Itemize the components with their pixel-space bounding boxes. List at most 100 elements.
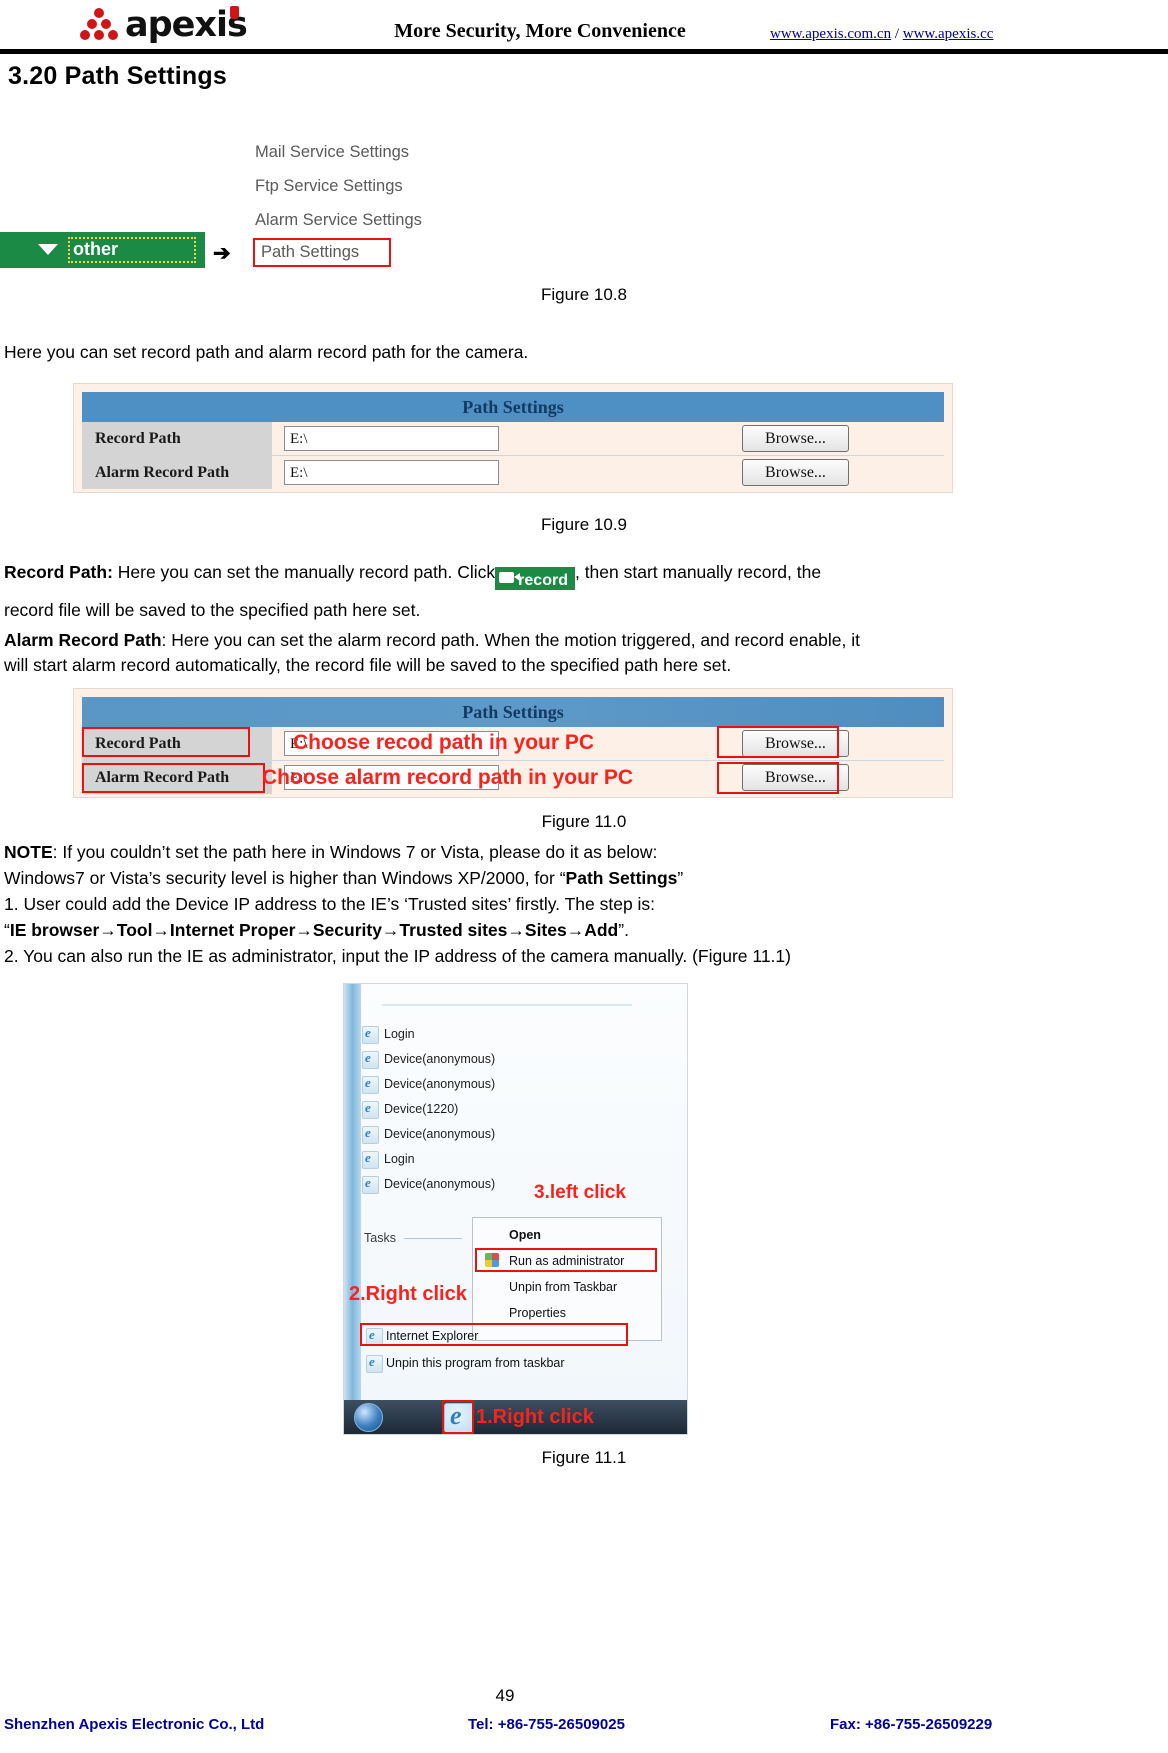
ie-icon	[362, 1100, 379, 1119]
record-path-input[interactable]: E:\	[284, 426, 499, 451]
intro-paragraph: Here you can set record path and alarm r…	[4, 342, 529, 362]
caption-figure-10-8: Figure 10.8	[541, 285, 627, 304]
menu-item-path-settings[interactable]: Path Settings	[253, 238, 391, 267]
row-label-record-path: Record Path	[82, 422, 272, 455]
note-label: NOTE	[4, 842, 53, 862]
record-button-label: record	[518, 572, 568, 589]
page-number: 49	[495, 1686, 515, 1705]
footer-tel: Tel: +86-755-26509025	[468, 1716, 625, 1733]
note-line-2: Windows7 or Vista’s security level is hi…	[4, 866, 683, 891]
record-path-heading: Record Path:	[4, 562, 113, 582]
menu-item-alarm-service[interactable]: Alarm Service Settings	[255, 203, 505, 237]
menu-item-mail-service[interactable]: Mail Service Settings	[255, 135, 505, 169]
path-settings-table-title: Path Settings	[82, 392, 944, 422]
caption-figure-11-1: Figure 11.1	[541, 1448, 627, 1467]
alarm-record-path-paragraph-line2: will start alarm record automatically, t…	[4, 655, 732, 675]
annotation-box-alarm-record-path	[82, 763, 265, 793]
caption-figure-11-0: Figure 11.0	[541, 812, 627, 831]
other-dropdown-label: other	[68, 237, 196, 263]
jumplist-divider	[382, 1004, 632, 1006]
apexis-logo: apexis	[75, 2, 275, 50]
logo-i-dot-icon	[230, 6, 239, 19]
menu-item-ftp-service[interactable]: Ftp Service Settings	[255, 169, 505, 203]
chevron-down-icon	[38, 244, 58, 255]
alarm-record-path-heading: Alarm Record Path	[4, 630, 162, 650]
annotation-box-internet-explorer	[360, 1323, 628, 1346]
annotation-1-right-click: 1.Right click	[476, 1406, 594, 1428]
start-orb-icon[interactable]	[354, 1403, 383, 1432]
ie-icon	[362, 1150, 379, 1169]
jumplist-left-edge	[344, 984, 361, 1402]
note-line-2-bold: Path Settings	[565, 868, 678, 888]
annotation-choose-alarm-record-path: Choose alarm record path in your PC	[262, 766, 634, 789]
jumplist-item-2[interactable]: Device(anonymous)	[384, 1077, 495, 1091]
logo-dots-icon	[75, 8, 123, 44]
context-menu-item-unpin-from-taskbar[interactable]: Unpin from Taskbar	[509, 1280, 617, 1294]
alarm-record-path-browse-button[interactable]: Browse...	[742, 459, 849, 486]
header-tagline: More Security, More Convenience	[394, 20, 686, 42]
note-line-3: 1. User could add the Device IP address …	[4, 894, 656, 914]
ie-icon	[362, 1050, 379, 1069]
note-line-5: 2. You can also run the IE as administra…	[4, 946, 791, 966]
jumplist-item-5[interactable]: Login	[384, 1152, 415, 1166]
record-path-text-a: Here you can set the manually record pat…	[112, 562, 496, 582]
note-line-1: NOTE: If you couldn’t set the path here …	[4, 840, 657, 865]
note-line-4-close-quote: ”.	[618, 920, 629, 940]
footer-fax: Fax: +86-755-26509229	[830, 1716, 993, 1733]
note-line-4: “IE browser→Tool→Internet Proper→Securit…	[4, 918, 629, 943]
settings-menu-list: Mail Service Settings Ftp Service Settin…	[255, 135, 505, 237]
annotation-2-right-click: 2.Right click	[349, 1283, 467, 1305]
ie-icon	[362, 1125, 379, 1144]
windows-jumplist-screenshot: Login Device(anonymous) Device(anonymous…	[343, 983, 688, 1435]
footer-company: Shenzhen Apexis Electronic Co., Ltd	[4, 1716, 265, 1733]
flow-arrow-icon: ➔	[213, 242, 231, 265]
record-path-paragraph-line2: record file will be saved to the specifi…	[4, 600, 421, 620]
record-path-browse-button[interactable]: Browse...	[742, 425, 849, 452]
link-separator: /	[891, 26, 903, 42]
annotation-3-left-click: 3.left click	[534, 1182, 626, 1203]
annotation-box-taskbar-ie	[442, 1400, 474, 1434]
annotation-choose-record-path: Choose recod path in your PC	[293, 731, 595, 754]
logo-wordmark: apexis	[125, 5, 248, 45]
annotation-box-record-path	[82, 727, 250, 757]
table-row: Record Path E:\ Browse...	[82, 422, 944, 456]
ie-icon	[362, 1075, 379, 1094]
row-label-alarm-record-path: Alarm Record Path	[82, 456, 272, 489]
note-line-4-bold: IE browser→Tool→Internet Proper→Security…	[9, 920, 619, 940]
alarm-record-path-paragraph: Alarm Record Path: Here you can set the …	[4, 628, 1164, 653]
table-row: Alarm Record Path E:\ Browse...	[82, 456, 944, 489]
unpin-icon	[366, 1354, 383, 1373]
alarm-record-path-input[interactable]: E:\	[284, 460, 499, 485]
record-path-paragraph: Record Path: Here you can set the manual…	[4, 560, 1164, 590]
record-button[interactable]: record	[495, 567, 575, 590]
page-header: apexis More Security, More Convenience w…	[0, 0, 1168, 54]
jumplist-item-3[interactable]: Device(1220)	[384, 1102, 458, 1116]
tasks-section-label: Tasks	[364, 1231, 396, 1245]
link-apexis-com-cn[interactable]: www.apexis.com.cn	[770, 26, 891, 42]
menu-item-path-settings-label: Path Settings	[261, 243, 360, 261]
note-line-1-text: : If you couldn’t set the path here in W…	[52, 842, 658, 862]
context-menu-item-properties[interactable]: Properties	[509, 1306, 566, 1320]
note-line-2-b: ”	[677, 868, 684, 888]
annotation-box-browse-2	[717, 762, 839, 794]
header-links: www.apexis.com.cn / www.apexis.cc	[770, 26, 993, 43]
other-dropdown-button[interactable]: other	[0, 232, 205, 268]
unpin-program-item[interactable]: Unpin this program from taskbar	[386, 1356, 565, 1370]
link-apexis-cc[interactable]: www.apexis.cc	[903, 26, 994, 42]
path-settings-annotated-title: Path Settings	[82, 697, 944, 727]
page-title: 3.20 Path Settings	[8, 62, 227, 90]
annotation-box-run-as-administrator	[475, 1248, 657, 1272]
context-menu-item-open[interactable]: Open	[509, 1228, 541, 1242]
jumplist-item-6[interactable]: Device(anonymous)	[384, 1177, 495, 1191]
jumplist-item-4[interactable]: Device(anonymous)	[384, 1127, 495, 1141]
path-settings-table: Path Settings Record Path E:\ Browse... …	[73, 383, 953, 493]
alarm-record-path-text-a: : Here you can set the alarm record path…	[161, 630, 860, 650]
jumplist-item-0[interactable]: Login	[384, 1027, 415, 1041]
ie-icon	[362, 1025, 379, 1044]
camera-icon	[499, 572, 521, 583]
ie-icon	[362, 1175, 379, 1194]
header-rule	[0, 49, 1168, 54]
jumplist-item-1[interactable]: Device(anonymous)	[384, 1052, 495, 1066]
document-page: apexis More Security, More Convenience w…	[0, 0, 1168, 1753]
record-path-text-b: , then start manually record, the	[574, 562, 822, 582]
